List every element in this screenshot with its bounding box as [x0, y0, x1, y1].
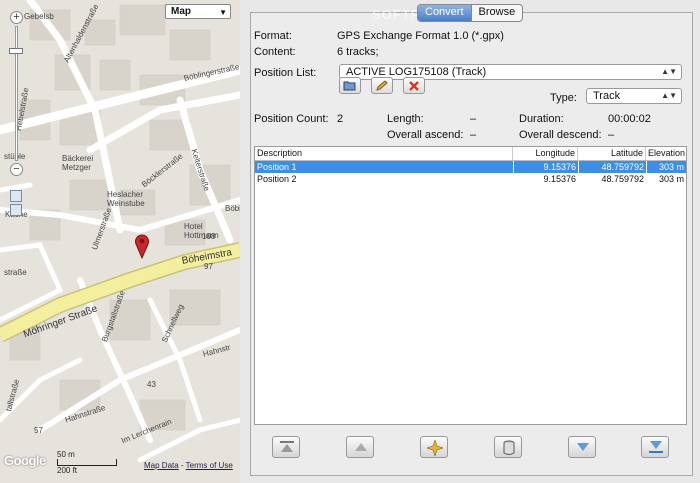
- length-value: –: [470, 113, 477, 125]
- edit-button[interactable]: [371, 77, 393, 94]
- map-data-link[interactable]: Map Data: [144, 461, 179, 470]
- map-view[interactable]: Gebelsb Altenhaldenstraße Hebelstraße Bö…: [0, 0, 240, 483]
- content-label: Content:: [254, 46, 296, 58]
- column-header-description[interactable]: Description: [255, 147, 513, 160]
- terms-link[interactable]: Terms of Use: [186, 461, 233, 470]
- chevron-down-icon: ▼: [219, 8, 227, 17]
- pencil-icon: [376, 80, 388, 91]
- map-footer: Map Data - Terms of Use: [144, 461, 233, 470]
- format-label: Format:: [254, 30, 292, 42]
- zoom-slider-handle[interactable]: [9, 48, 23, 54]
- scale-bar: [57, 459, 117, 466]
- overall-descend-value: –: [608, 129, 615, 141]
- cell-description: Position 1: [257, 162, 297, 172]
- cell-latitude: 48.759792: [578, 161, 646, 173]
- map-scale: 50 m 200 ft: [57, 450, 117, 475]
- folder-icon: [343, 81, 356, 91]
- street-label: Böbl: [225, 204, 240, 213]
- format-value: GPS Exchange Format 1.0 (*.gpx): [337, 30, 504, 42]
- map-type-select[interactable]: Map ▼: [165, 4, 231, 19]
- trash-icon: [503, 440, 515, 455]
- cell-elevation: 303 m: [658, 174, 684, 184]
- move-top-icon: [280, 441, 294, 452]
- crosshair-icon: [427, 440, 443, 456]
- type-select[interactable]: Track ▲▼: [586, 88, 682, 104]
- position-list-label: Position List:: [254, 67, 317, 79]
- move-bottom-icon: [649, 441, 663, 453]
- delete-button[interactable]: [403, 77, 425, 94]
- content-value: 6 tracks;: [337, 46, 379, 58]
- duration-label: Duration:: [519, 113, 564, 125]
- zoom-out-button[interactable]: −: [10, 163, 23, 176]
- house-number: 43: [147, 380, 156, 389]
- cell-longitude: 9.15376: [543, 174, 576, 184]
- zoom-in-button[interactable]: +: [10, 11, 23, 24]
- zoom-slider-track[interactable]: [15, 26, 18, 161]
- trash-button[interactable]: [494, 436, 522, 458]
- cell-elevation: 303 m: [646, 161, 686, 173]
- magnifier-icon[interactable]: [10, 190, 22, 202]
- street-label: Gebelsb: [24, 12, 54, 21]
- tab-browse[interactable]: Browse: [470, 5, 523, 21]
- column-header-longitude[interactable]: Longitude: [513, 147, 578, 160]
- type-label: Type:: [550, 92, 577, 104]
- close-icon: [409, 81, 419, 91]
- house-number: 57: [34, 426, 43, 435]
- map-type-value: Map: [171, 6, 191, 17]
- tab-convert[interactable]: Convert: [418, 5, 471, 21]
- cell-longitude: 9.15376: [513, 161, 578, 173]
- length-label: Length:: [387, 113, 424, 125]
- move-to-top-button[interactable]: [272, 436, 300, 458]
- scale-imperial: 200 ft: [57, 466, 78, 475]
- house-number: 97: [204, 262, 213, 271]
- poi-label: Heslacher Weinstube: [107, 190, 145, 208]
- google-logo: Google: [4, 453, 46, 468]
- overall-ascend-label: Overall ascend:: [387, 129, 464, 141]
- position-count-label: Position Count:: [254, 113, 329, 125]
- arrow-up-icon: [355, 443, 367, 451]
- cell-description: Position 2: [257, 174, 297, 184]
- house-number: 108: [202, 232, 216, 241]
- street-label: straße: [4, 268, 27, 277]
- cell-latitude: 48.759792: [601, 174, 644, 184]
- chevron-updown-icon: ▲▼: [661, 91, 677, 100]
- overall-descend-label: Overall descend:: [519, 129, 602, 141]
- table-row[interactable]: Position 1 9.15376 48.759792 303 m: [255, 161, 686, 173]
- duration-value: 00:00:02: [608, 113, 651, 125]
- arrow-down-icon: [577, 443, 589, 451]
- poi-label: Bäckerei Metzger: [62, 154, 94, 172]
- open-folder-button[interactable]: [339, 77, 361, 94]
- layers-icon[interactable]: [10, 204, 22, 216]
- view-tabs: Convert Browse: [417, 4, 524, 22]
- move-to-bottom-button[interactable]: [641, 436, 669, 458]
- overall-ascend-value: –: [470, 129, 477, 141]
- table-row[interactable]: Position 2 9.15376 48.759792 303 m: [255, 173, 686, 185]
- locate-position-button[interactable]: [420, 436, 448, 458]
- positions-table[interactable]: Description Longitude Latitude Elevation…: [254, 146, 687, 425]
- column-header-latitude[interactable]: Latitude: [578, 147, 646, 160]
- chevron-updown-icon: ▲▼: [661, 67, 677, 76]
- scale-metric: 50 m: [57, 450, 75, 459]
- position-marker-icon[interactable]: [134, 233, 150, 259]
- position-count-value: 2: [337, 113, 344, 125]
- move-up-button[interactable]: [346, 436, 374, 458]
- type-value: Track: [593, 90, 621, 102]
- footer-separator: -: [178, 461, 186, 470]
- column-header-elevation[interactable]: Elevation: [646, 147, 686, 160]
- move-down-button[interactable]: [568, 436, 596, 458]
